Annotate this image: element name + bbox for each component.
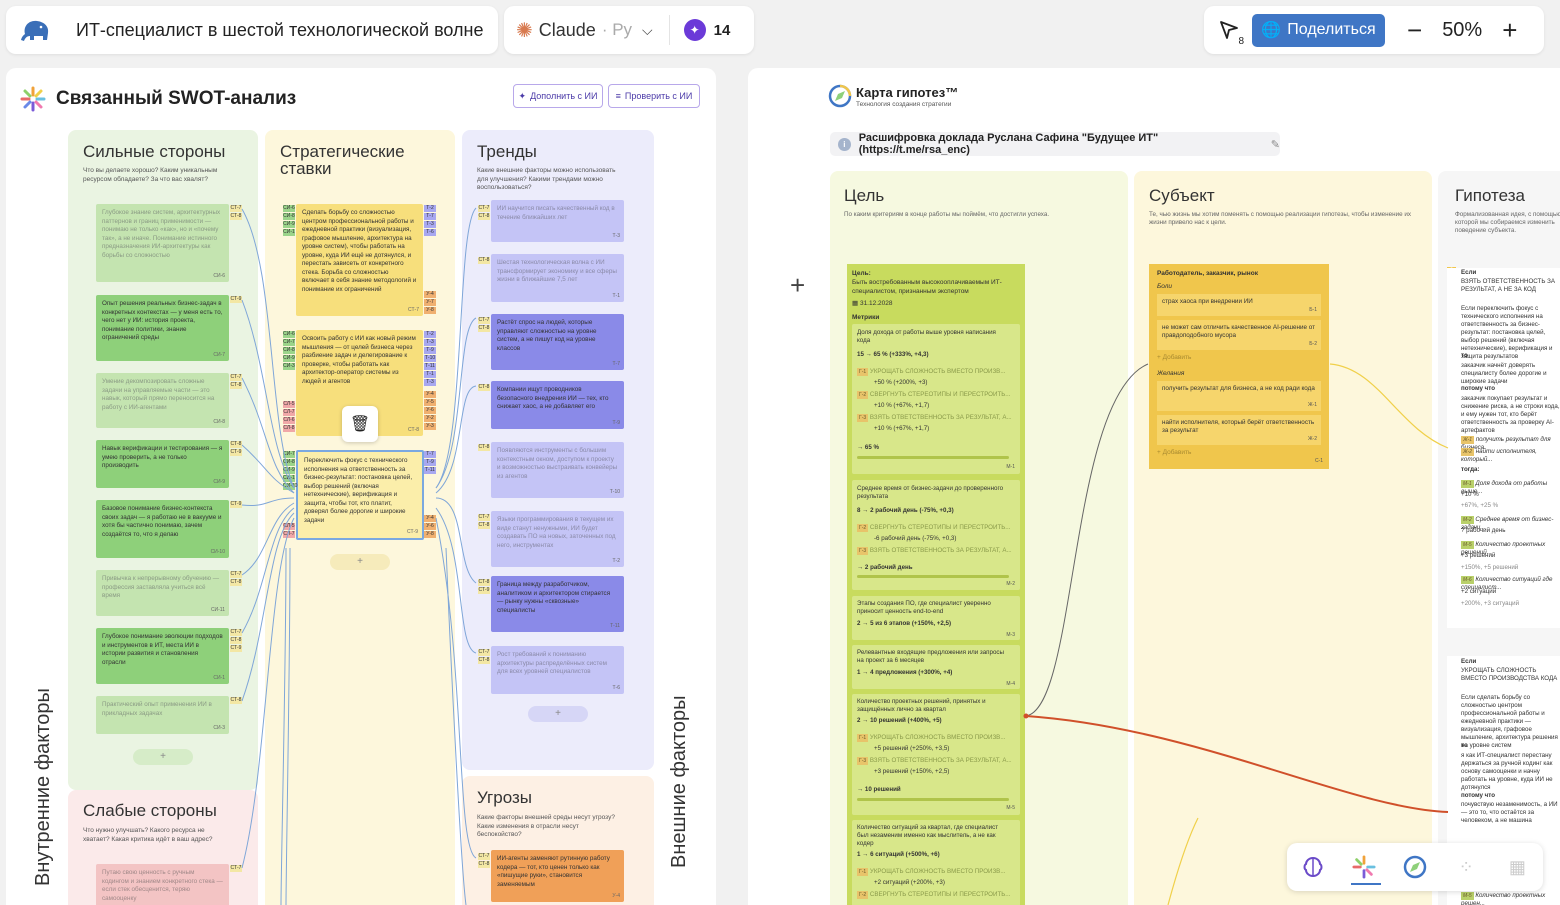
swot-icon[interactable] (1350, 853, 1378, 881)
divider (668, 15, 670, 45)
compass-icon[interactable] (1401, 853, 1429, 881)
model-language[interactable]: · Ру (602, 20, 632, 40)
zoom-out-button[interactable]: − (1407, 15, 1422, 46)
project-title[interactable]: ИТ-специалист в шестой технологической в… (76, 20, 484, 41)
brain-icon[interactable] (1299, 853, 1327, 881)
hypothesis-connections (1023, 363, 1449, 905)
model-selector-bar: ✺ Claude · Ру ⌵ ✦ 14 (504, 6, 754, 54)
credits-count: 14 (713, 21, 731, 39)
layout-icon[interactable]: ▦ (1503, 853, 1531, 881)
share-zoom-bar: 8 🌐 Поделиться − 50% + (1204, 6, 1544, 54)
zoom-in-button[interactable]: + (1502, 15, 1517, 46)
credits-icon[interactable]: ✦ (683, 19, 706, 41)
hypothesis-map-panel: Карта гипотез™ Технология создания страт… (748, 68, 1560, 905)
zoom-level[interactable]: 50% (1442, 19, 1482, 42)
cursor-users-icon[interactable]: 8 (1214, 15, 1244, 47)
add-block-button[interactable]: + (790, 270, 805, 301)
model-name[interactable]: Claude (539, 20, 596, 41)
chevron-down-icon[interactable]: ⌵ (642, 22, 653, 39)
elephant-logo-icon[interactable] (16, 12, 56, 48)
project-title-bar: ИТ-специалист в шестой технологической в… (6, 6, 498, 54)
claude-star-icon: ✺ (516, 19, 533, 42)
active-indicator (1351, 883, 1381, 885)
share-button[interactable]: 🌐 Поделиться (1252, 13, 1385, 47)
connection-lines (241, 207, 477, 905)
cursor-count: 8 (1238, 36, 1244, 47)
tools-dock: ⁘ ▦ (1287, 843, 1543, 891)
grid-icon[interactable]: ⁘ (1452, 853, 1480, 881)
share-label: Поделиться (1287, 21, 1376, 38)
globe-icon: 🌐 (1261, 22, 1282, 39)
swot-panel: Связанный SWOT-анализ ✦ Дополнить с ИИ ≡ П… (6, 68, 716, 905)
